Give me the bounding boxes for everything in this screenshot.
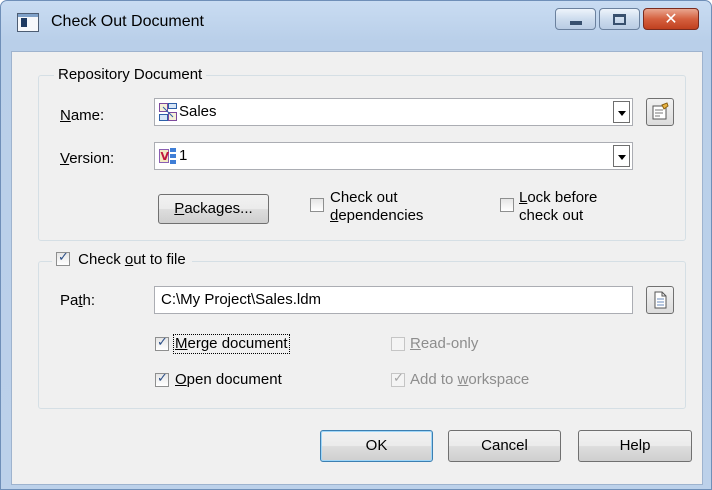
path-label: Path:: [60, 292, 96, 309]
dependencies-label[interactable]: Check out dependencies: [330, 189, 423, 225]
path-input[interactable]: C:\My Project\Sales.ldm: [154, 286, 633, 314]
version-label: Version:: [60, 150, 115, 167]
name-dropdown-arrow[interactable]: [613, 101, 630, 123]
lock-label[interactable]: Lock before check out: [519, 189, 597, 225]
path-value: C:\My Project\Sales.ldm: [161, 291, 322, 308]
add-to-workspace-checkbox[interactable]: ✓: [391, 371, 405, 387]
version-value: 1: [179, 147, 188, 164]
maximize-icon: [613, 14, 626, 25]
dialog-body: Repository Document Name: Sales Version:…: [11, 51, 703, 485]
ok-button[interactable]: OK: [320, 430, 433, 462]
packages-button[interactable]: Packages...: [158, 194, 269, 224]
merge-document-checkbox[interactable]: ✓: [155, 335, 169, 351]
close-icon: ✕: [664, 9, 678, 28]
svg-text:V: V: [161, 150, 170, 163]
help-button[interactable]: Help: [578, 430, 692, 462]
read-only-checkbox[interactable]: [391, 337, 405, 351]
version-combobox[interactable]: V 1: [154, 142, 633, 170]
maximize-button[interactable]: [599, 8, 640, 30]
close-button[interactable]: ✕: [643, 8, 699, 30]
version-dropdown-arrow[interactable]: [613, 145, 630, 167]
version-icon: V: [159, 148, 176, 164]
minimize-button[interactable]: [555, 8, 596, 30]
merge-check-mark: ✓: [157, 335, 168, 350]
name-value: Sales: [179, 103, 217, 120]
browse-button[interactable]: [646, 286, 674, 314]
cancel-button[interactable]: Cancel: [448, 430, 561, 462]
check-out-dialog: Check Out Document ✕ Repository Document…: [0, 0, 712, 490]
checkout-to-file-checkbox[interactable]: ✓: [56, 250, 70, 266]
checkout-to-file-check-mark: ✓: [58, 250, 69, 265]
properties-icon: [652, 102, 669, 120]
name-label: Name:: [60, 107, 105, 124]
add-to-workspace-label[interactable]: Add to workspace: [410, 371, 529, 389]
dependencies-checkbox[interactable]: [310, 198, 324, 212]
open-check-mark: ✓: [157, 371, 168, 386]
minimize-icon: [570, 21, 582, 25]
add-to-workspace-check-mark: ✓: [393, 371, 404, 386]
title-bar[interactable]: Check Out Document ✕: [1, 1, 711, 51]
properties-button[interactable]: [646, 98, 674, 126]
file-group: [38, 261, 686, 409]
read-only-label[interactable]: Read-only: [410, 335, 478, 353]
window-title: Check Out Document: [51, 13, 204, 30]
name-combobox[interactable]: Sales: [154, 98, 633, 126]
data-model-icon: [159, 103, 177, 121]
checkout-to-file-label[interactable]: Check out to file: [78, 251, 186, 268]
window-app-icon: [17, 13, 39, 32]
merge-document-label[interactable]: Merge document: [173, 334, 290, 354]
checkout-to-file-legend: ✓ Check out to file: [52, 250, 192, 269]
repository-document-legend: Repository Document: [54, 66, 207, 84]
lock-checkbox[interactable]: [500, 198, 514, 212]
open-document-checkbox[interactable]: ✓: [155, 371, 169, 387]
open-document-label[interactable]: Open document: [175, 371, 282, 389]
browse-file-icon: [654, 291, 667, 309]
